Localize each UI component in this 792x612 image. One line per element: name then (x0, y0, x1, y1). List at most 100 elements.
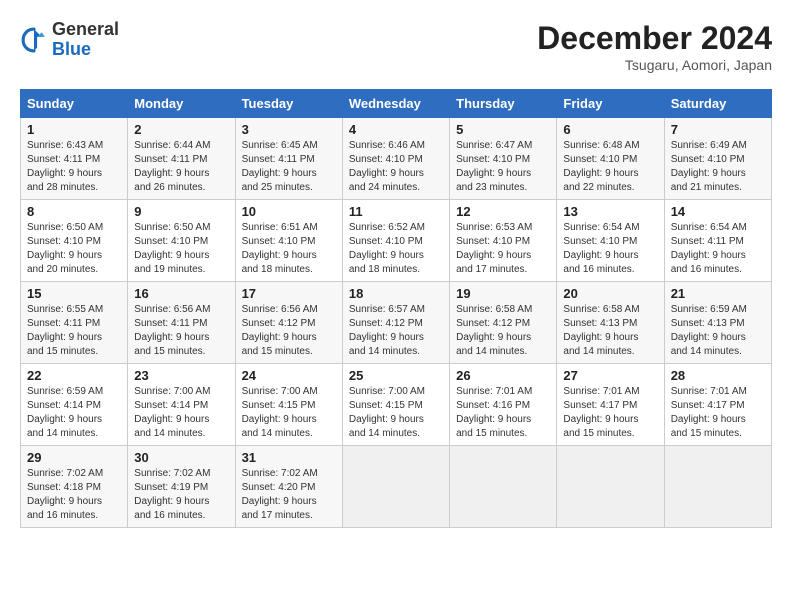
day-info: Sunrise: 6:43 AM Sunset: 4:11 PM Dayligh… (27, 139, 121, 195)
day-info: Sunrise: 7:01 AM Sunset: 4:17 PM Dayligh… (563, 385, 657, 441)
day-number: 19 (456, 286, 550, 301)
calendar-cell: 5 Sunrise: 6:47 AM Sunset: 4:10 PM Daylig… (450, 118, 557, 200)
day-number: 13 (563, 204, 657, 219)
day-info: Sunrise: 7:01 AM Sunset: 4:16 PM Dayligh… (456, 385, 550, 441)
day-info: Sunrise: 6:48 AM Sunset: 4:10 PM Dayligh… (563, 139, 657, 195)
weekday-header-wednesday: Wednesday (342, 90, 449, 118)
calendar-table: SundayMondayTuesdayWednesdayThursdayFrid… (20, 89, 772, 528)
day-info: Sunrise: 6:55 AM Sunset: 4:11 PM Dayligh… (27, 303, 121, 359)
day-number: 11 (349, 204, 443, 219)
day-number: 22 (27, 368, 121, 383)
day-info: Sunrise: 6:58 AM Sunset: 4:13 PM Dayligh… (563, 303, 657, 359)
calendar-cell: 12Sunrise: 6:53 AM Sunset: 4:10 PM Dayli… (450, 200, 557, 282)
day-info: Sunrise: 6:47 AM Sunset: 4:10 PM Dayligh… (456, 139, 550, 195)
page-header: General Blue December 2024 Tsugaru, Aomo… (20, 20, 772, 73)
day-info: Sunrise: 6:57 AM Sunset: 4:12 PM Dayligh… (349, 303, 443, 359)
day-number: 21 (671, 286, 765, 301)
calendar-week-row: 1 Sunrise: 6:43 AM Sunset: 4:11 PM Daylig… (21, 118, 772, 200)
logo-text-general: General (52, 20, 119, 40)
calendar-cell: 17Sunrise: 6:56 AM Sunset: 4:12 PM Dayli… (235, 282, 342, 364)
calendar-cell: 16 Sunrise: 6:56 AM Sunset: 4:11 PM Dayli… (128, 282, 235, 364)
weekday-header-thursday: Thursday (450, 90, 557, 118)
calendar-cell: 21 Sunrise: 6:59 AM Sunset: 4:13 PM Dayli… (664, 282, 771, 364)
calendar-week-row: 8 Sunrise: 6:50 AM Sunset: 4:10 PM Daylig… (21, 200, 772, 282)
day-number: 5 (456, 122, 550, 137)
day-number: 4 (349, 122, 443, 137)
day-info: Sunrise: 6:50 AM Sunset: 4:10 PM Dayligh… (134, 221, 228, 277)
day-info: Sunrise: 6:45 AM Sunset: 4:11 PM Dayligh… (242, 139, 336, 195)
day-info: Sunrise: 6:58 AM Sunset: 4:12 PM Dayligh… (456, 303, 550, 359)
location: Tsugaru, Aomori, Japan (537, 57, 772, 73)
calendar-cell: 14 Sunrise: 6:54 AM Sunset: 4:11 PM Dayli… (664, 200, 771, 282)
calendar-week-row: 22Sunrise: 6:59 AM Sunset: 4:14 PM Dayli… (21, 364, 772, 446)
calendar-cell: 3 Sunrise: 6:45 AM Sunset: 4:11 PM Daylig… (235, 118, 342, 200)
calendar-cell: 20Sunrise: 6:58 AM Sunset: 4:13 PM Dayli… (557, 282, 664, 364)
calendar-cell: 11 Sunrise: 6:52 AM Sunset: 4:10 PM Dayli… (342, 200, 449, 282)
day-number: 7 (671, 122, 765, 137)
logo-icon (20, 26, 48, 54)
calendar-cell: 6 Sunrise: 6:48 AM Sunset: 4:10 PM Daylig… (557, 118, 664, 200)
day-info: Sunrise: 6:51 AM Sunset: 4:10 PM Dayligh… (242, 221, 336, 277)
day-number: 3 (242, 122, 336, 137)
day-number: 29 (27, 450, 121, 465)
day-number: 6 (563, 122, 657, 137)
calendar-cell: 8 Sunrise: 6:50 AM Sunset: 4:10 PM Daylig… (21, 200, 128, 282)
day-number: 1 (27, 122, 121, 137)
title-block: December 2024 Tsugaru, Aomori, Japan (537, 20, 772, 73)
day-number: 28 (671, 368, 765, 383)
day-number: 26 (456, 368, 550, 383)
day-info: Sunrise: 6:49 AM Sunset: 4:10 PM Dayligh… (671, 139, 765, 195)
day-info: Sunrise: 7:00 AM Sunset: 4:14 PM Dayligh… (134, 385, 228, 441)
day-number: 30 (134, 450, 228, 465)
day-info: Sunrise: 6:46 AM Sunset: 4:10 PM Dayligh… (349, 139, 443, 195)
calendar-cell: 22Sunrise: 6:59 AM Sunset: 4:14 PM Dayli… (21, 364, 128, 446)
calendar-cell: 9 Sunrise: 6:50 AM Sunset: 4:10 PM Daylig… (128, 200, 235, 282)
calendar-cell: 2Sunrise: 6:44 AM Sunset: 4:11 PM Daylig… (128, 118, 235, 200)
weekday-header-tuesday: Tuesday (235, 90, 342, 118)
calendar-week-row: 29 Sunrise: 7:02 AM Sunset: 4:18 PM Dayli… (21, 446, 772, 528)
calendar-cell: 13 Sunrise: 6:54 AM Sunset: 4:10 PM Dayli… (557, 200, 664, 282)
day-number: 23 (134, 368, 228, 383)
calendar-cell: 15 Sunrise: 6:55 AM Sunset: 4:11 PM Dayli… (21, 282, 128, 364)
calendar-cell: 27 Sunrise: 7:01 AM Sunset: 4:17 PM Dayli… (557, 364, 664, 446)
weekday-header-friday: Friday (557, 90, 664, 118)
day-number: 15 (27, 286, 121, 301)
day-number: 25 (349, 368, 443, 383)
day-number: 31 (242, 450, 336, 465)
day-info: Sunrise: 7:02 AM Sunset: 4:18 PM Dayligh… (27, 467, 121, 523)
day-info: Sunrise: 6:50 AM Sunset: 4:10 PM Dayligh… (27, 221, 121, 277)
day-info: Sunrise: 6:59 AM Sunset: 4:13 PM Dayligh… (671, 303, 765, 359)
calendar-cell: 25 Sunrise: 7:00 AM Sunset: 4:15 PM Dayli… (342, 364, 449, 446)
day-number: 9 (134, 204, 228, 219)
calendar-cell (342, 446, 449, 528)
calendar-cell (557, 446, 664, 528)
calendar-cell: 1 Sunrise: 6:43 AM Sunset: 4:11 PM Daylig… (21, 118, 128, 200)
day-number: 17 (242, 286, 336, 301)
day-info: Sunrise: 6:56 AM Sunset: 4:11 PM Dayligh… (134, 303, 228, 359)
day-info: Sunrise: 6:52 AM Sunset: 4:10 PM Dayligh… (349, 221, 443, 277)
calendar-cell: 24Sunrise: 7:00 AM Sunset: 4:15 PM Dayli… (235, 364, 342, 446)
calendar-cell: 18Sunrise: 6:57 AM Sunset: 4:12 PM Dayli… (342, 282, 449, 364)
day-info: Sunrise: 6:44 AM Sunset: 4:11 PM Dayligh… (134, 139, 228, 195)
calendar-week-row: 15 Sunrise: 6:55 AM Sunset: 4:11 PM Dayli… (21, 282, 772, 364)
day-info: Sunrise: 7:00 AM Sunset: 4:15 PM Dayligh… (242, 385, 336, 441)
day-number: 14 (671, 204, 765, 219)
day-info: Sunrise: 7:02 AM Sunset: 4:19 PM Dayligh… (134, 467, 228, 523)
day-info: Sunrise: 6:54 AM Sunset: 4:10 PM Dayligh… (563, 221, 657, 277)
day-info: Sunrise: 6:53 AM Sunset: 4:10 PM Dayligh… (456, 221, 550, 277)
calendar-cell: 7 Sunrise: 6:49 AM Sunset: 4:10 PM Daylig… (664, 118, 771, 200)
calendar-cell: 19 Sunrise: 6:58 AM Sunset: 4:12 PM Dayli… (450, 282, 557, 364)
day-number: 16 (134, 286, 228, 301)
month-title: December 2024 (537, 20, 772, 57)
weekday-header-saturday: Saturday (664, 90, 771, 118)
logo: General Blue (20, 20, 119, 60)
day-info: Sunrise: 7:02 AM Sunset: 4:20 PM Dayligh… (242, 467, 336, 523)
calendar-cell: 30 Sunrise: 7:02 AM Sunset: 4:19 PM Dayli… (128, 446, 235, 528)
calendar-cell: 4 Sunrise: 6:46 AM Sunset: 4:10 PM Daylig… (342, 118, 449, 200)
day-info: Sunrise: 6:54 AM Sunset: 4:11 PM Dayligh… (671, 221, 765, 277)
calendar-cell: 26 Sunrise: 7:01 AM Sunset: 4:16 PM Dayli… (450, 364, 557, 446)
day-number: 8 (27, 204, 121, 219)
day-info: Sunrise: 7:00 AM Sunset: 4:15 PM Dayligh… (349, 385, 443, 441)
day-number: 10 (242, 204, 336, 219)
day-number: 27 (563, 368, 657, 383)
